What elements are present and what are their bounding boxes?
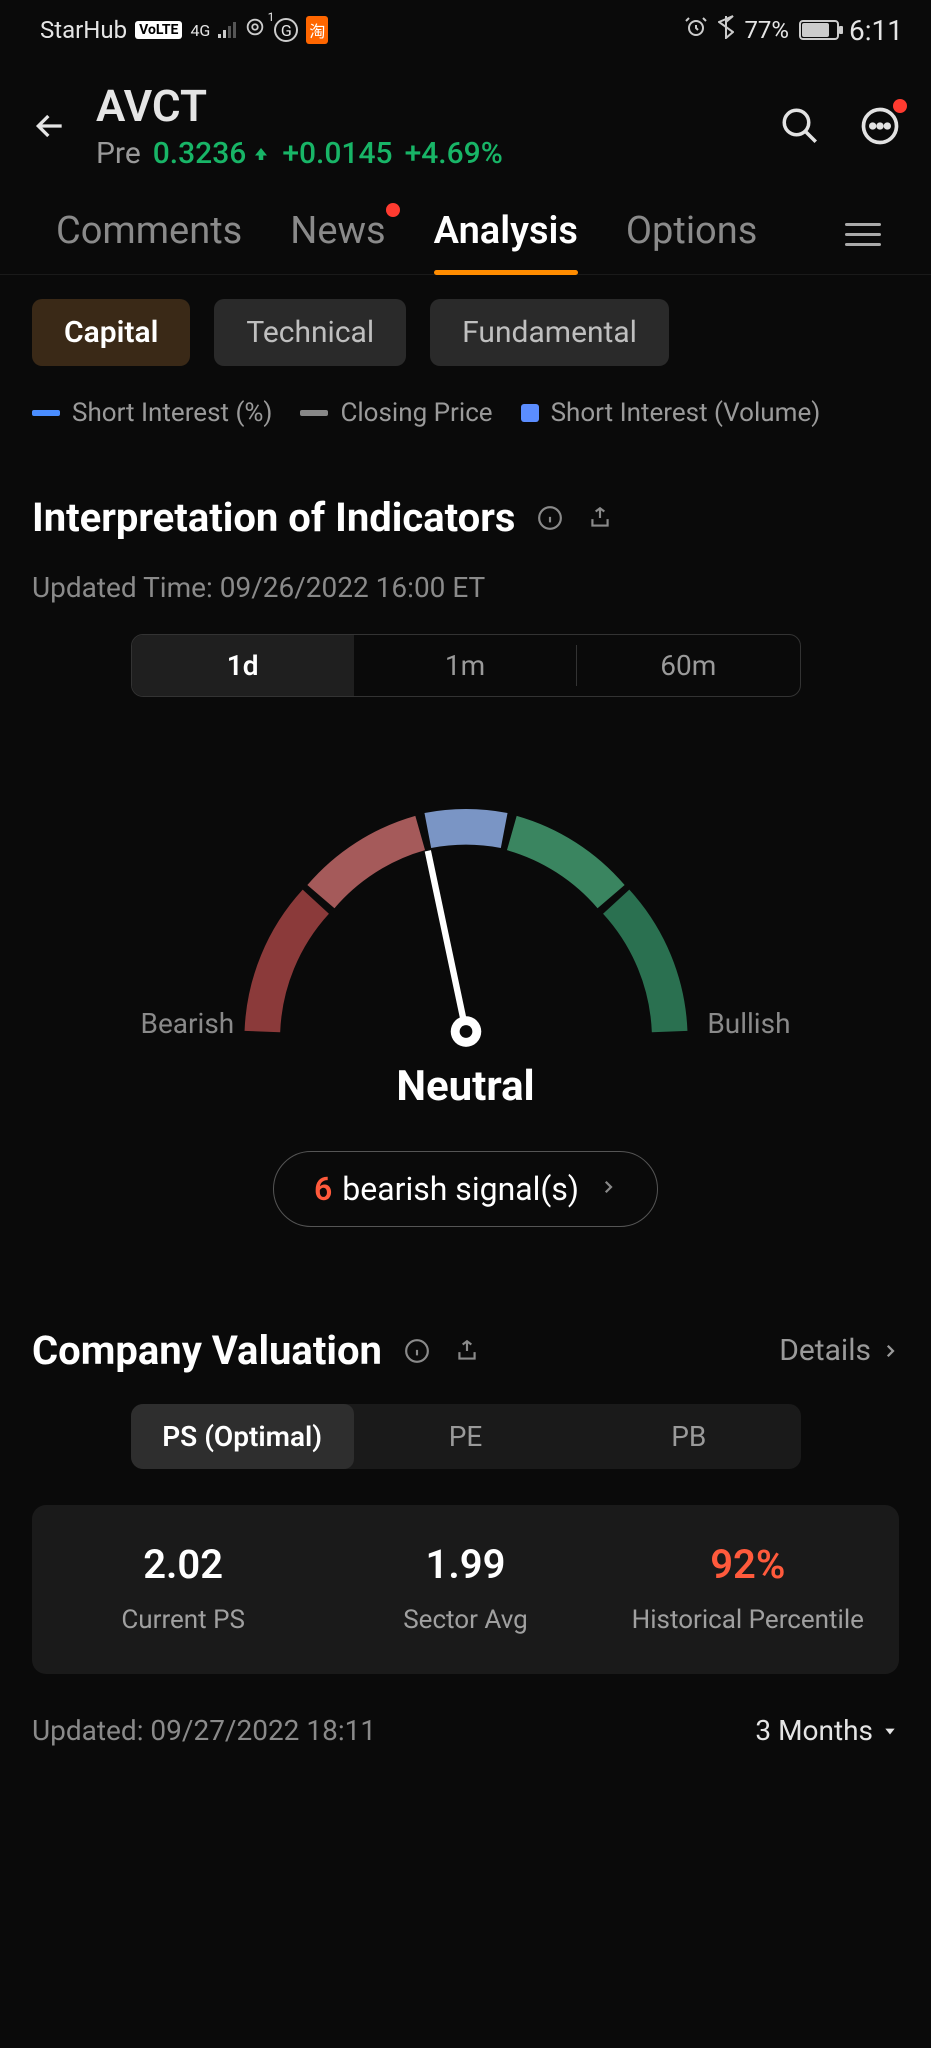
sector-avg-col: 1.99 Sector Avg: [324, 1541, 606, 1638]
valuation-metric-selector: PS (Optimal) PE PB: [131, 1404, 801, 1469]
legend-short-pct[interactable]: Short Interest (%): [32, 398, 272, 428]
volte-badge: VoLTE: [135, 21, 182, 39]
details-button[interactable]: Details: [779, 1333, 899, 1368]
signals-text: bearish signal(s): [342, 1170, 579, 1208]
battery-pct: 77%: [744, 16, 789, 44]
seg-ps[interactable]: PS (Optimal): [131, 1404, 354, 1469]
chat-button[interactable]: [857, 103, 903, 149]
tab-news[interactable]: News: [290, 209, 385, 261]
ticker-symbol: AVCT: [96, 80, 753, 132]
time-label: 6:11: [849, 14, 903, 47]
ticker-block: AVCT Pre 0.3236 +0.0145 +4.69%: [96, 80, 753, 171]
header: AVCT Pre 0.3236 +0.0145 +4.69%: [0, 60, 931, 195]
valuation-header: Company Valuation Details: [0, 1257, 931, 1374]
indicators-title: Interpretation of Indicators: [32, 494, 515, 541]
signals-count: 6: [314, 1170, 332, 1208]
status-right: 77% 6:11: [684, 14, 903, 47]
gauge-result: Neutral: [396, 1062, 534, 1111]
hist-pct-label: Historical Percentile: [607, 1602, 889, 1638]
tab-analysis[interactable]: Analysis: [434, 209, 578, 261]
chart-legend: Short Interest (%) Closing Price Short I…: [0, 390, 931, 458]
valuation-box: 2.02 Current PS 1.99 Sector Avg 92% Hist…: [32, 1505, 899, 1674]
network-label: 4G: [190, 21, 210, 40]
bluetooth-icon: [718, 15, 734, 45]
battery-icon: [799, 20, 839, 40]
valuation-title: Company Valuation: [32, 1327, 382, 1374]
back-button[interactable]: [28, 104, 72, 148]
info-icon[interactable]: [535, 503, 565, 533]
sector-avg-value: 1.99: [324, 1541, 606, 1588]
pill-technical[interactable]: Technical: [214, 299, 406, 366]
price-change: +0.0145: [282, 136, 392, 171]
news-dot: [386, 203, 400, 217]
up-arrow-icon: [252, 145, 270, 163]
g-icon: G: [274, 18, 298, 42]
menu-button[interactable]: [845, 223, 881, 246]
chevron-down-icon: [881, 1724, 899, 1738]
price-pct: +4.69%: [405, 136, 503, 171]
gauge-bullish-label: Bullish: [707, 1007, 790, 1040]
alarm-icon: [684, 15, 708, 45]
gauge-bearish-label: Bearish: [141, 1007, 235, 1040]
valuation-updated: Updated: 09/27/2022 18:11: [32, 1714, 376, 1747]
hist-pct-col: 92% Historical Percentile: [607, 1541, 889, 1638]
valuation-footer: Updated: 09/27/2022 18:11 3 Months: [0, 1674, 931, 1747]
pre-label: Pre: [96, 136, 141, 171]
period-selector[interactable]: 3 Months: [755, 1714, 899, 1747]
indicators-section: Interpretation of Indicators Updated Tim…: [0, 458, 931, 1257]
search-button[interactable]: [777, 103, 823, 149]
notification-dot: [893, 99, 907, 113]
seg-pe[interactable]: PE: [354, 1404, 577, 1469]
taobao-icon: 淘: [306, 16, 328, 44]
timeframe-60m[interactable]: 60m: [577, 635, 799, 696]
hotspot-icon: 1: [244, 16, 266, 44]
seg-pb[interactable]: PB: [577, 1404, 800, 1469]
current-ps-value: 2.02: [42, 1541, 324, 1588]
current-ps-col: 2.02 Current PS: [42, 1541, 324, 1638]
sector-avg-label: Sector Avg: [324, 1602, 606, 1638]
main-tabs: Comments News Analysis Options: [0, 195, 931, 275]
chevron-right-icon: [599, 1170, 617, 1208]
status-bar: StarHub VoLTE 4G 1 G 淘 77% 6:11: [0, 0, 931, 60]
header-icons: [777, 103, 903, 149]
tab-comments[interactable]: Comments: [56, 209, 242, 261]
analysis-filter-row: Capital Technical Fundamental: [0, 275, 931, 390]
timeframe-1d[interactable]: 1d: [132, 635, 354, 696]
pill-fundamental[interactable]: Fundamental: [430, 299, 669, 366]
status-left: StarHub VoLTE 4G 1 G 淘: [40, 16, 328, 44]
info-icon[interactable]: [402, 1336, 432, 1366]
hist-pct-value: 92%: [607, 1541, 889, 1588]
share-icon[interactable]: [452, 1336, 482, 1366]
signal-icon: [218, 16, 236, 44]
legend-closing[interactable]: Closing Price: [300, 398, 492, 428]
share-icon[interactable]: [585, 503, 615, 533]
chevron-right-icon: [881, 1338, 899, 1364]
tab-options[interactable]: Options: [626, 209, 757, 261]
carrier-label: StarHub: [40, 16, 127, 44]
timeframe-selector: 1d 1m 60m: [131, 634, 801, 697]
signals-button[interactable]: 6 bearish signal(s): [273, 1151, 658, 1227]
price-value: 0.3236: [153, 136, 271, 171]
indicators-updated: Updated Time: 09/26/2022 16:00 ET: [32, 571, 899, 604]
legend-short-vol[interactable]: Short Interest (Volume): [521, 398, 821, 428]
timeframe-1m[interactable]: 1m: [354, 635, 576, 696]
sentiment-gauge: Bearish Bullish Neutral 6 bearish signal…: [32, 777, 899, 1247]
pill-capital[interactable]: Capital: [32, 299, 190, 366]
current-ps-label: Current PS: [42, 1602, 324, 1638]
price-line: Pre 0.3236 +0.0145 +4.69%: [96, 136, 753, 171]
